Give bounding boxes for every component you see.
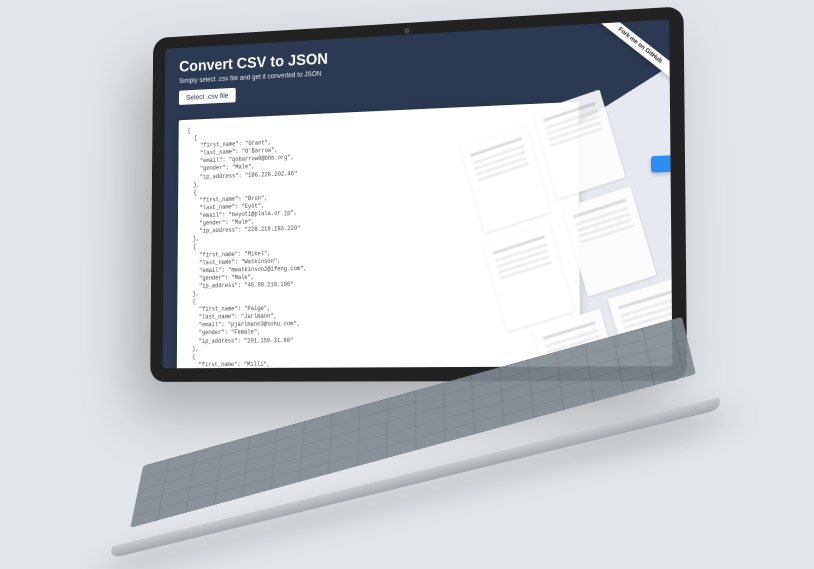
screen-bezel: Fork me on GitHub Convert CSV to JSON Si… <box>150 6 687 382</box>
select-csv-button[interactable]: Select .csv file <box>179 87 236 104</box>
laptop: Fork me on GitHub Convert CSV to JSON Si… <box>127 21 687 489</box>
screen: Fork me on GitHub Convert CSV to JSON Si… <box>163 19 673 368</box>
webcam-dot <box>404 27 410 33</box>
side-chip-icon <box>651 155 672 172</box>
header: Convert CSV to JSON Simply select .csv f… <box>165 19 670 111</box>
json-output-card: [ { "first_name": "Grant", "last_name": … <box>176 101 580 368</box>
